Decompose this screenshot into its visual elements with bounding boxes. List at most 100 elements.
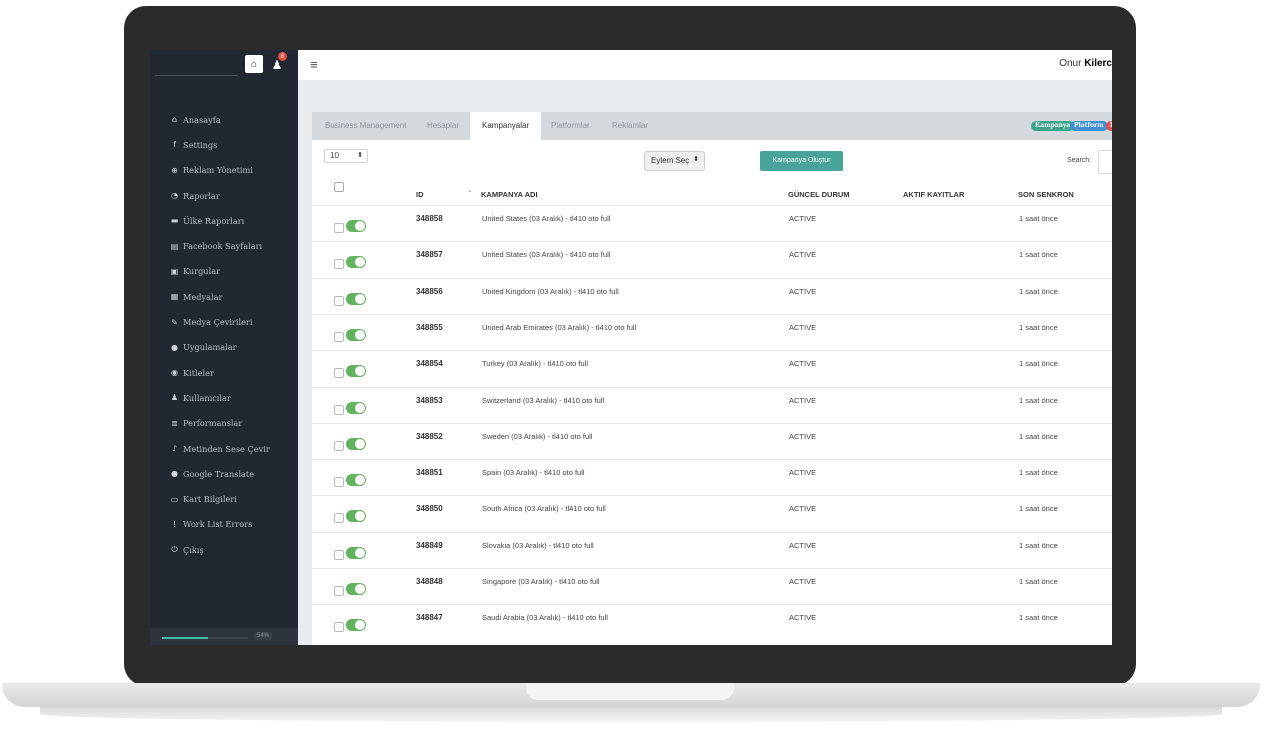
campaign-name[interactable]: Singapore (03 Aralık) - tl410 oto full	[482, 577, 600, 586]
status-toggle[interactable]	[346, 510, 366, 523]
sidebar-item-12[interactable]: ≣ Performanslar	[150, 411, 298, 436]
last-sync: 1 saat önce	[1019, 504, 1058, 514]
status-toggle[interactable]	[346, 546, 366, 559]
action-select[interactable]: Eylem Seç ⬍	[644, 151, 705, 171]
status-toggle[interactable]	[346, 220, 366, 232]
sidebar-item-6[interactable]: ▣ Kurgular	[150, 259, 298, 284]
platform-pill[interactable]: Platform	[1070, 121, 1108, 131]
row-checkbox[interactable]	[334, 622, 344, 633]
status-toggle[interactable]	[346, 437, 366, 450]
table-row[interactable]: 348858 United States (03 Aralık) - tl410 …	[312, 205, 1112, 242]
row-checkbox[interactable]	[334, 368, 344, 379]
table-row[interactable]: 348857 United States (03 Aralık) - tl410 …	[312, 241, 1112, 278]
select-all-checkbox[interactable]	[334, 182, 344, 192]
campaign-name[interactable]: United States (03 Aralık) - tl410 oto fu…	[482, 250, 610, 259]
campaign-name[interactable]: United States (03 Aralık) - tl410 oto fu…	[482, 214, 610, 223]
row-checkbox[interactable]	[334, 331, 344, 342]
campaign-id: 348851	[416, 468, 443, 478]
sidebar-item-4[interactable]: ▬ Ülke Raporları	[150, 208, 298, 233]
tab-business-management[interactable]: Business Management	[325, 112, 406, 140]
status-toggle[interactable]	[346, 292, 366, 305]
sidebar-item-13[interactable]: ♪ Metinden Sese Çevir	[150, 436, 298, 461]
column-header-id[interactable]: ID	[416, 190, 424, 199]
sidebar-item-8[interactable]: ✎ Medya Çevirileri	[150, 309, 298, 334]
sidebar-item-7[interactable]: ▦ Medyalar	[150, 284, 298, 309]
campaign-status: ACTIVE	[789, 322, 817, 332]
status-toggle[interactable]	[346, 474, 366, 487]
user-name[interactable]: Onur Kilerc	[1059, 58, 1112, 69]
row-checkbox[interactable]	[334, 259, 344, 270]
table-row[interactable]: 348848 Singapore (03 Aralık) - tl410 oto …	[312, 568, 1112, 605]
column-header-name[interactable]: KAMPANYA ADI	[481, 190, 538, 199]
sidebar-item-1[interactable]: f Settings	[150, 132, 298, 157]
status-toggle[interactable]	[346, 256, 366, 269]
row-checkbox[interactable]	[334, 223, 344, 233]
campaign-id: 348853	[416, 395, 443, 405]
home-icon[interactable]: ⌂	[245, 55, 263, 73]
status-toggle[interactable]	[346, 401, 366, 414]
sidebar-item-0[interactable]: ⌂ Anasayfa	[150, 107, 298, 132]
campaign-name[interactable]: United Kingdom (03 Aralık) - tl410 oto f…	[482, 287, 619, 296]
kampanya-pill[interactable]: Kampanya	[1031, 121, 1075, 131]
table-row[interactable]: 348847 Saudi Arabia (03 Aralık) - tl410 o…	[312, 604, 1112, 641]
table-row[interactable]: 348849 Slovakia (03 Aralık) - tl410 oto f…	[312, 531, 1112, 569]
comments-icon: ●	[171, 469, 178, 479]
status-toggle[interactable]	[346, 365, 366, 378]
page-length-select[interactable]: 10 ⬍	[324, 149, 368, 163]
sidebar-item-10[interactable]: ◉ Kitleler	[150, 360, 298, 385]
tab-platformlar[interactable]: Platformlar	[551, 112, 590, 140]
row-checkbox[interactable]	[334, 549, 344, 560]
sidebar-item-3[interactable]: ◔ Raporlar	[150, 183, 298, 208]
tab-kampanyalar[interactable]: Kampanyalar	[470, 112, 542, 140]
sidebar-item-15[interactable]: ▭ Kart Bilgileri	[150, 486, 298, 511]
reklam-pill[interactable]: P	[1106, 121, 1112, 131]
table-row[interactable]: 348853 Switzerland (03 Aralık) - tl410 ot…	[312, 386, 1112, 424]
sidebar-item-14[interactable]: ● Google Translate	[150, 461, 298, 486]
campaign-name[interactable]: Switzerland (03 Aralık) - tl410 oto full	[482, 396, 604, 405]
row-checkbox[interactable]	[334, 477, 344, 488]
table-row[interactable]: 348851 Spain (03 Aralık) - tl410 oto full…	[312, 459, 1112, 496]
column-header-active-records[interactable]: AKTIF KAYITLAR	[903, 190, 964, 199]
sidebar-item-label: Reklam Yönetimi	[183, 165, 253, 176]
hamburger-menu-icon[interactable]: ≡	[310, 57, 318, 72]
sidebar-item-label: Anasayfa	[183, 114, 221, 125]
row-checkbox[interactable]	[334, 295, 344, 306]
sidebar-item-9[interactable]: ● Uygulamalar	[150, 335, 298, 360]
row-checkbox[interactable]	[334, 513, 344, 524]
sidebar-item-11[interactable]: ♟ Kullanıcılar	[150, 385, 298, 410]
status-toggle[interactable]	[346, 619, 366, 632]
sidebar-search-line[interactable]	[155, 75, 238, 76]
tab-hesaplar[interactable]: Hesaplar	[427, 112, 459, 140]
row-checkbox[interactable]	[334, 440, 344, 451]
sidebar-progress: 54%	[150, 628, 298, 645]
sort-chevron-icon[interactable]: ⌄	[467, 186, 473, 194]
sidebar-item-16[interactable]: ! Work List Errors	[150, 512, 298, 537]
campaign-name[interactable]: Spain (03 Aralık) - tl410 oto full	[482, 468, 585, 477]
campaign-name[interactable]: United Arab Emirates (03 Aralık) - tl410…	[482, 323, 636, 332]
campaign-id: 348849	[416, 540, 443, 550]
campaign-name[interactable]: Sweden (03 Aralık) - tl410 oto full	[482, 432, 592, 441]
campaign-status: ACTIVE	[789, 468, 817, 478]
campaign-name[interactable]: South Africa (03 Aralık) - tl410 oto ful…	[482, 504, 606, 513]
status-toggle[interactable]	[346, 583, 366, 595]
create-campaign-button[interactable]: Kampanya Oluştur	[760, 151, 843, 171]
row-checkbox[interactable]	[334, 586, 344, 596]
status-toggle[interactable]	[346, 328, 366, 341]
table-row[interactable]: 348850 South Africa (03 Aralık) - tl410 o…	[312, 495, 1112, 532]
sidebar-item-label: Metinden Sese Çevir	[183, 443, 270, 454]
table-row[interactable]: 348852 Sweden (03 Aralık) - tl410 oto ful…	[312, 422, 1112, 460]
campaign-name[interactable]: Saudi Arabia (03 Aralık) - tl410 oto ful…	[482, 613, 608, 622]
search-input[interactable]	[1098, 150, 1112, 174]
table-row[interactable]: 348855 United Arab Emirates (03 Aralık) -…	[312, 313, 1112, 351]
column-header-last-sync[interactable]: SON SENKRON	[1018, 190, 1074, 199]
sidebar-item-2[interactable]: ⊕ Reklam Yönetimi	[150, 158, 298, 183]
tab-reklamlar[interactable]: Reklamlar	[612, 112, 648, 140]
campaign-name[interactable]: Slovakia (03 Aralık) - tl410 oto full	[482, 541, 594, 550]
campaign-name[interactable]: Turkey (03 Aralık) - tl410 oto full	[482, 359, 588, 368]
column-header-status[interactable]: GÜNCEL DURUM	[788, 190, 850, 199]
table-row[interactable]: 348854 Turkey (03 Aralık) - tl410 oto ful…	[312, 350, 1112, 387]
table-row[interactable]: 348856 United Kingdom (03 Aralık) - tl410…	[312, 277, 1112, 315]
sidebar-item-5[interactable]: ▤ Facebook Sayfaları	[150, 233, 298, 258]
sidebar-item-17[interactable]: ⏻ Çıkış	[150, 537, 298, 562]
row-checkbox[interactable]	[334, 404, 344, 415]
